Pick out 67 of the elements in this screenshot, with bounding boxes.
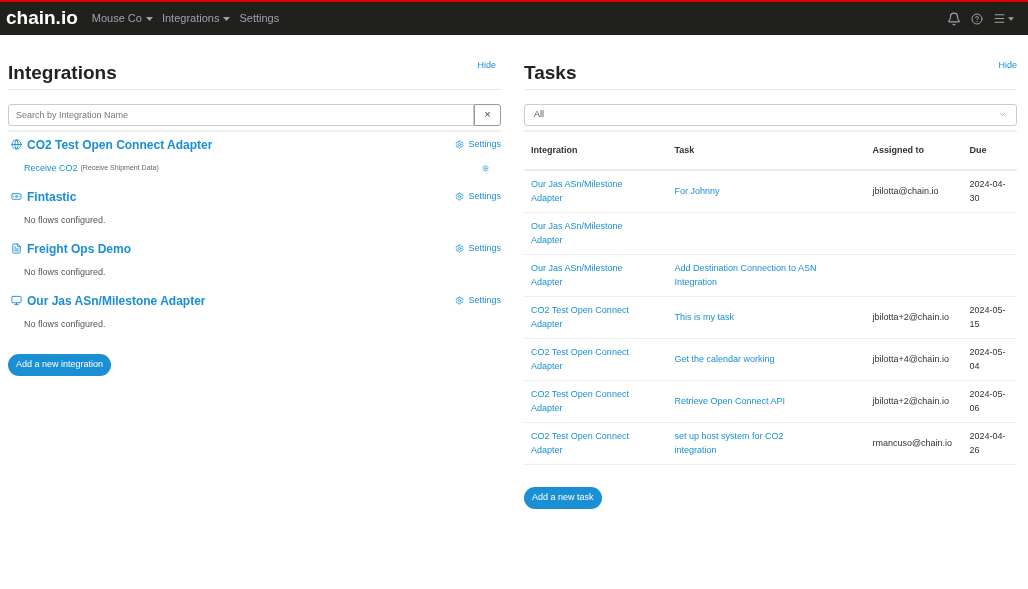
gear-icon <box>455 140 465 149</box>
due-date: 2024-05-06 <box>969 388 1007 415</box>
column-header: Integration <box>524 131 668 170</box>
task-link[interactable]: Retrieve Open Connect API <box>674 394 825 408</box>
logo[interactable]: chain.io <box>6 4 78 33</box>
settings-link[interactable]: Settings <box>455 189 501 204</box>
add-task-button[interactable]: Add a new task <box>524 486 602 509</box>
hide-link[interactable]: Hide <box>477 59 496 73</box>
empty-message: No flows configured. <box>23 213 107 227</box>
monitor-icon <box>11 295 22 306</box>
integration-link[interactable]: CO2 Test Open Connect Adapter <box>531 387 631 415</box>
menu-icon[interactable] <box>993 12 1006 25</box>
chevron-down-icon <box>998 110 1007 119</box>
gear-icon <box>455 192 465 201</box>
help-icon[interactable] <box>971 12 983 25</box>
task-link[interactable]: For Johnny <box>674 184 825 199</box>
column-header: Assigned to <box>865 131 963 170</box>
caret-icon <box>1008 16 1014 21</box>
column-header: Task <box>667 131 866 170</box>
settings-link[interactable]: Settings <box>455 293 501 308</box>
assignee-email: jbilotta@chain.io <box>872 186 939 197</box>
integration-link[interactable]: Freight Ops Demo <box>27 239 131 258</box>
empty-message: No flows configured. <box>23 317 107 331</box>
notification-bell-icon[interactable] <box>947 11 961 26</box>
gear-icon <box>455 296 465 305</box>
assignee-email: jbilotta+2@chain.io <box>872 396 949 406</box>
integration-link[interactable]: Our Jas ASn/Milestone Adapter <box>531 177 631 206</box>
integration-link[interactable]: CO2 Test Open Connect Adapter <box>27 135 213 154</box>
column-header: Due <box>962 131 1017 170</box>
integration-link[interactable]: CO2 Test Open Connect Adapter <box>531 345 631 373</box>
assignee-email: jbilotta+4@chain.io <box>872 354 949 364</box>
integration-link[interactable]: CO2 Test Open Connect Adapter <box>531 429 631 457</box>
integration-link[interactable]: CO2 Test Open Connect Adapter <box>531 303 631 331</box>
due-date: 2024-05-04 <box>969 346 1007 373</box>
document-icon <box>11 243 22 254</box>
task-link[interactable]: Add Destination Connection to ASN Integration <box>674 261 825 289</box>
nav-menu[interactable]: Integrations <box>161 10 231 27</box>
caret-icon <box>223 16 231 21</box>
integration-link[interactable]: Our Jas ASn/Milestone Adapter <box>531 261 631 289</box>
gear-icon <box>455 244 465 253</box>
assignee-email: jbilotta+2@chain.io <box>872 312 949 322</box>
settings-link[interactable]: Settings <box>455 241 501 256</box>
nav-menu[interactable]: Settings <box>239 10 280 27</box>
nav-menu[interactable]: Mouse Co <box>91 10 153 27</box>
flow-link[interactable]: Receive CO2 <box>24 161 78 176</box>
task-link[interactable]: This is my task <box>674 310 825 324</box>
panel-title: Tasks <box>524 61 577 85</box>
assignee-email: rmancuso@chain.io <box>872 438 953 448</box>
add-integration-button[interactable]: Add a new integration <box>8 353 112 376</box>
empty-message: No flows configured. <box>23 265 107 279</box>
integration-link[interactable]: Our Jas ASn/Milestone Adapter <box>531 219 631 247</box>
caret-icon <box>145 16 153 21</box>
task-link[interactable]: set up host system for CO2 integration <box>674 429 825 457</box>
globe-icon <box>11 139 22 150</box>
clear-button[interactable]: × <box>474 103 501 126</box>
due-date: 2024-05-15 <box>969 304 1007 331</box>
banknote-icon <box>11 191 22 202</box>
search-field[interactable]: Search by Integration Name <box>8 103 474 126</box>
integration-link[interactable]: Our Jas ASn/Milestone Adapter <box>27 291 206 310</box>
filter-select[interactable]: All <box>524 103 1017 126</box>
settings-link[interactable]: Settings <box>455 137 501 152</box>
task-link[interactable]: Get the calendar working <box>674 352 825 366</box>
panel-title: Integrations <box>8 61 117 85</box>
due-date: 2024-04-30 <box>969 178 1007 206</box>
due-date: 2024-04-26 <box>969 430 1007 457</box>
integration-link[interactable]: Fintastic <box>27 187 77 206</box>
hide-link[interactable]: Hide <box>998 59 1017 73</box>
